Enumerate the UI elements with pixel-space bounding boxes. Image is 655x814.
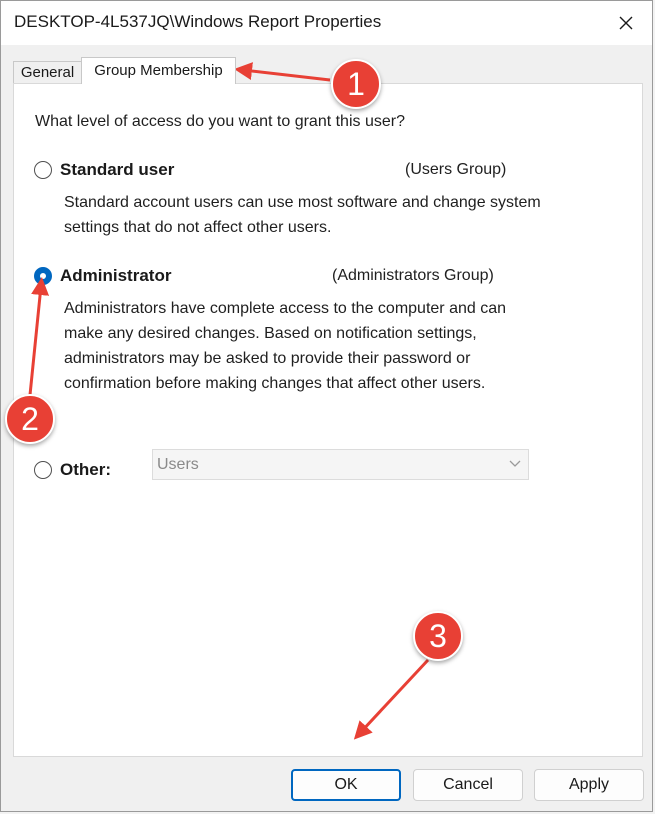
standard-user-label[interactable]: Standard user (60, 160, 174, 180)
apply-button[interactable]: Apply (534, 769, 644, 801)
callout-2: 2 (5, 394, 55, 444)
callout-3: 3 (413, 611, 463, 661)
dropdown-value: Users (157, 456, 199, 473)
administrator-label[interactable]: Administrator (60, 266, 171, 286)
option-administrator[interactable]: Administrator (Administrators Group) (34, 265, 534, 287)
tab-group-membership[interactable]: Group Membership (81, 57, 236, 84)
properties-dialog: DESKTOP-4L537JQ\Windows Report Propertie… (0, 0, 653, 812)
chevron-down-icon (509, 460, 521, 467)
option-standard-user[interactable]: Standard user (Users Group) (34, 159, 534, 181)
cancel-button[interactable]: Cancel (413, 769, 523, 801)
administrator-radio[interactable] (34, 267, 52, 285)
close-button[interactable] (600, 1, 652, 45)
close-icon (619, 16, 633, 30)
group-membership-panel: What level of access do you want to gran… (13, 83, 643, 757)
administrator-description: Administrators have complete access to t… (64, 300, 506, 392)
standard-user-radio[interactable] (34, 161, 52, 179)
option-other[interactable]: Other: (34, 459, 144, 481)
title-bar[interactable]: DESKTOP-4L537JQ\Windows Report Propertie… (1, 1, 652, 45)
users-group-label: (Users Group) (405, 161, 507, 178)
ok-button[interactable]: OK (291, 769, 401, 801)
access-question: What level of access do you want to gran… (35, 113, 405, 130)
administrators-group-label: (Administrators Group) (332, 267, 494, 284)
other-group-dropdown[interactable]: Users (152, 449, 529, 480)
window-title: DESKTOP-4L537JQ\Windows Report Propertie… (14, 12, 382, 31)
callout-1: 1 (331, 59, 381, 109)
standard-user-description: Standard account users can use most soft… (64, 194, 541, 236)
other-radio[interactable] (34, 461, 52, 479)
tab-general[interactable]: General (13, 61, 82, 83)
other-label[interactable]: Other: (60, 460, 111, 480)
